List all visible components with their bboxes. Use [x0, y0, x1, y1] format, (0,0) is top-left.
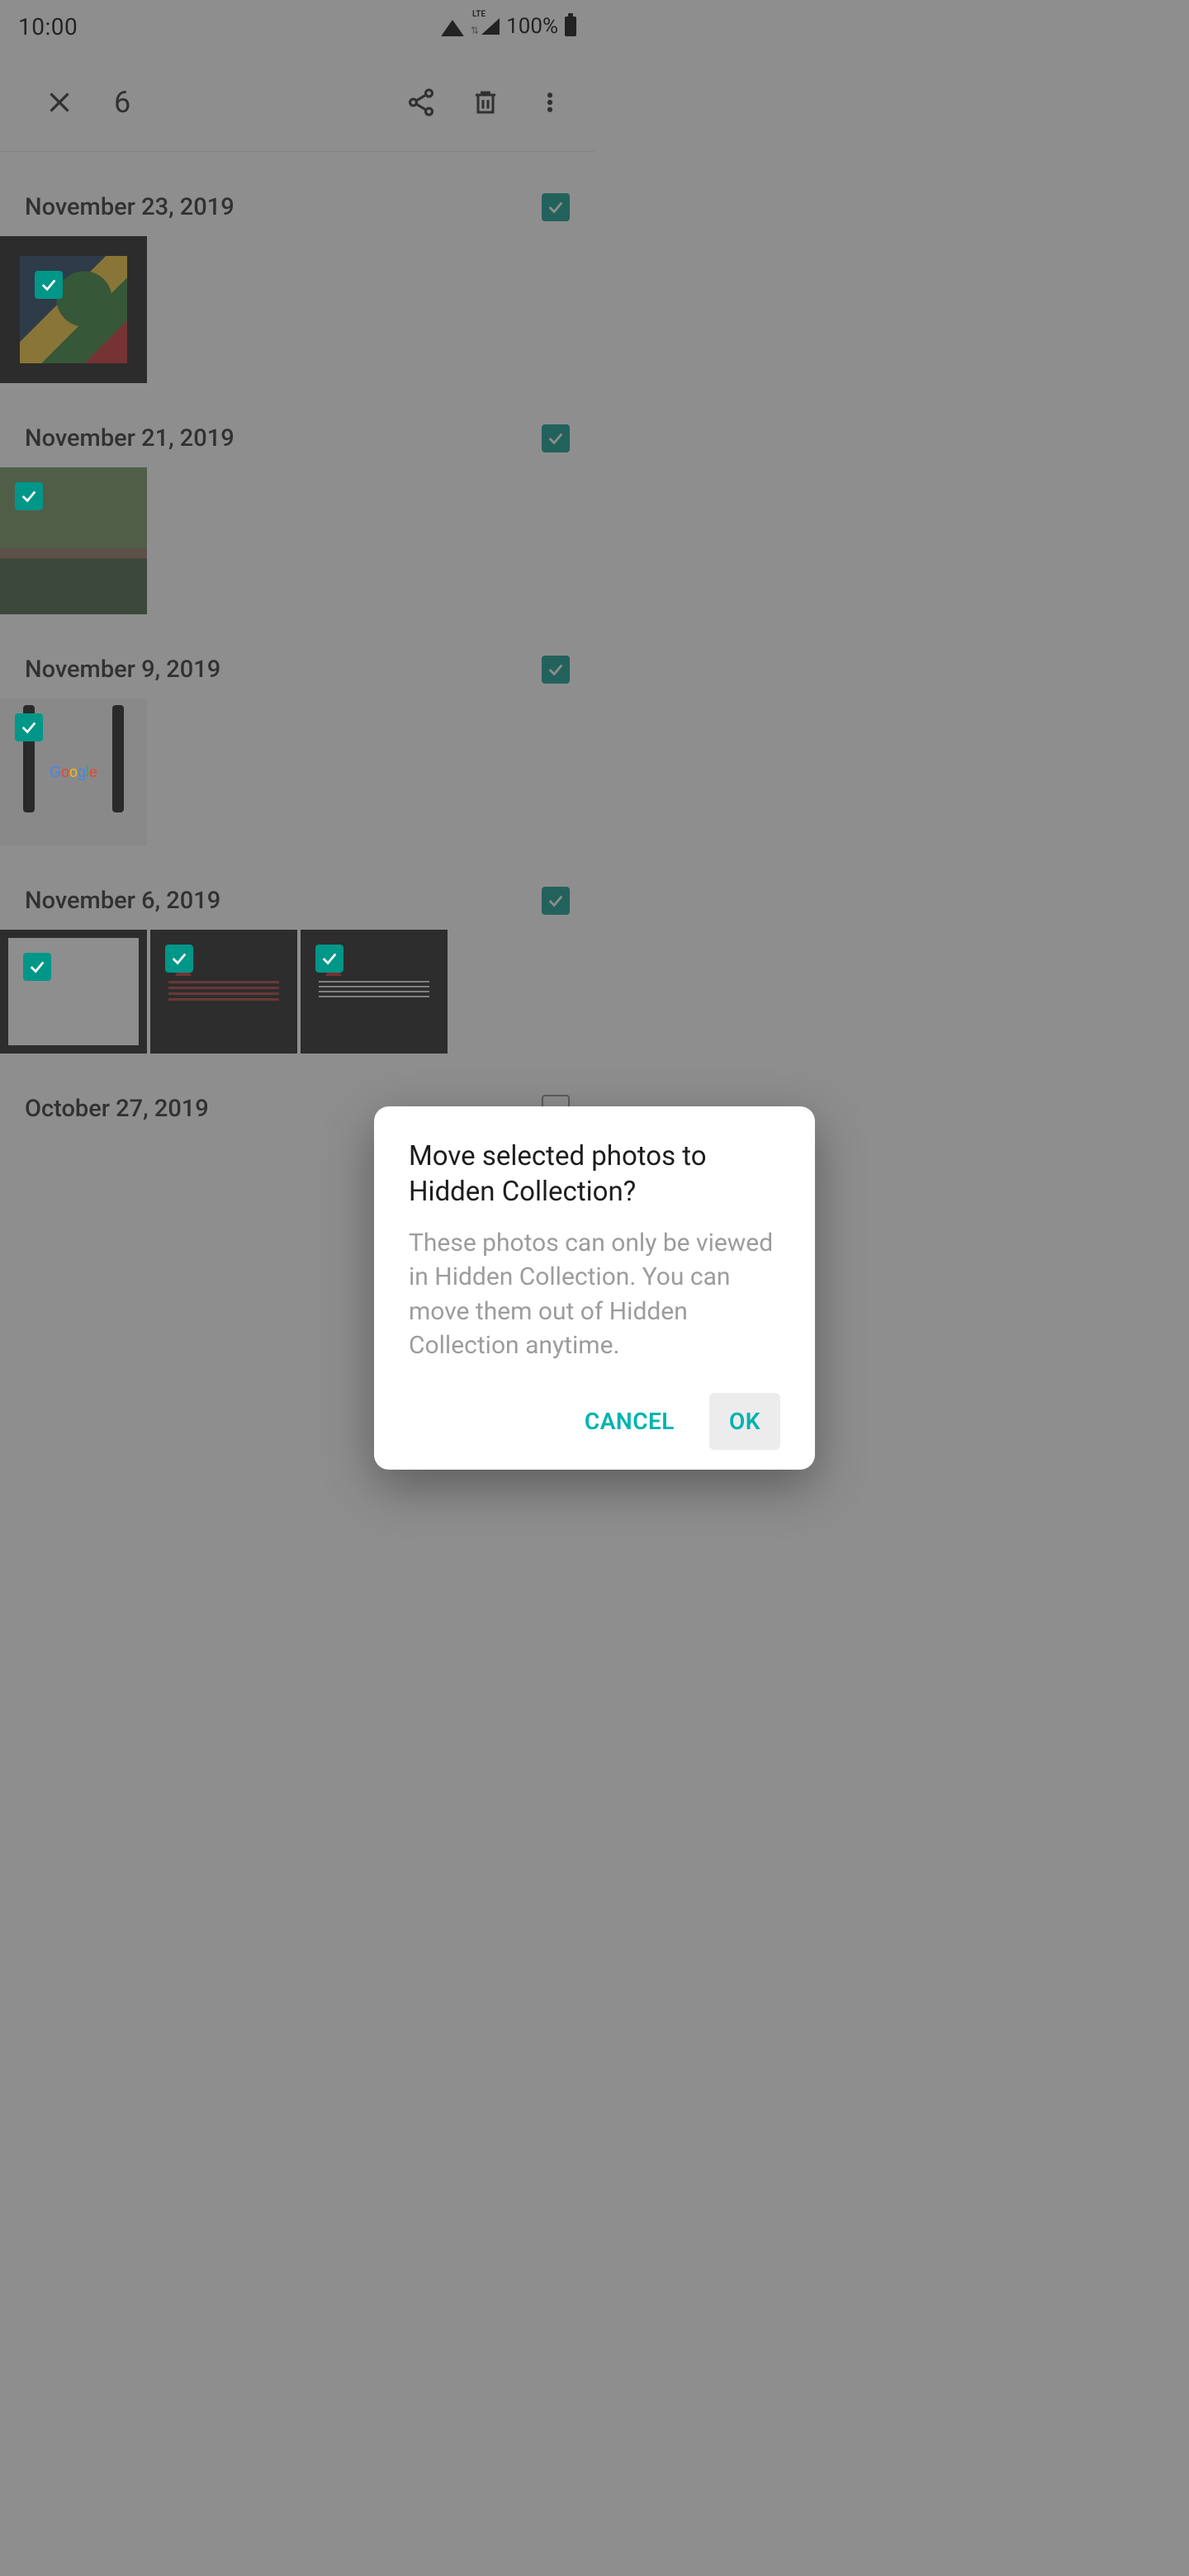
check-icon [20, 487, 38, 505]
check-icon [28, 958, 46, 976]
photo-checkbox[interactable] [165, 945, 193, 973]
photo-checkbox[interactable] [15, 482, 43, 510]
check-icon [20, 718, 38, 736]
photo-checkbox[interactable] [15, 713, 43, 741]
cancel-button[interactable]: CANCEL [565, 1393, 694, 1450]
check-icon [170, 949, 188, 968]
dialog-scrim[interactable]: Move selected photos to Hidden Collectio… [0, 0, 1189, 2576]
dialog-body: These photos can only be viewed in Hidde… [409, 1226, 780, 1363]
photo-checkbox[interactable] [35, 271, 63, 299]
check-icon [320, 949, 339, 968]
photo-checkbox[interactable] [315, 945, 343, 973]
ok-button[interactable]: OK [709, 1393, 780, 1450]
hide-photos-dialog: Move selected photos to Hidden Collectio… [374, 1106, 815, 1469]
dialog-title: Move selected photos to Hidden Collectio… [409, 1139, 780, 1209]
photo-checkbox[interactable] [23, 953, 51, 981]
check-icon [40, 276, 58, 294]
google-logo: Google [50, 764, 97, 781]
